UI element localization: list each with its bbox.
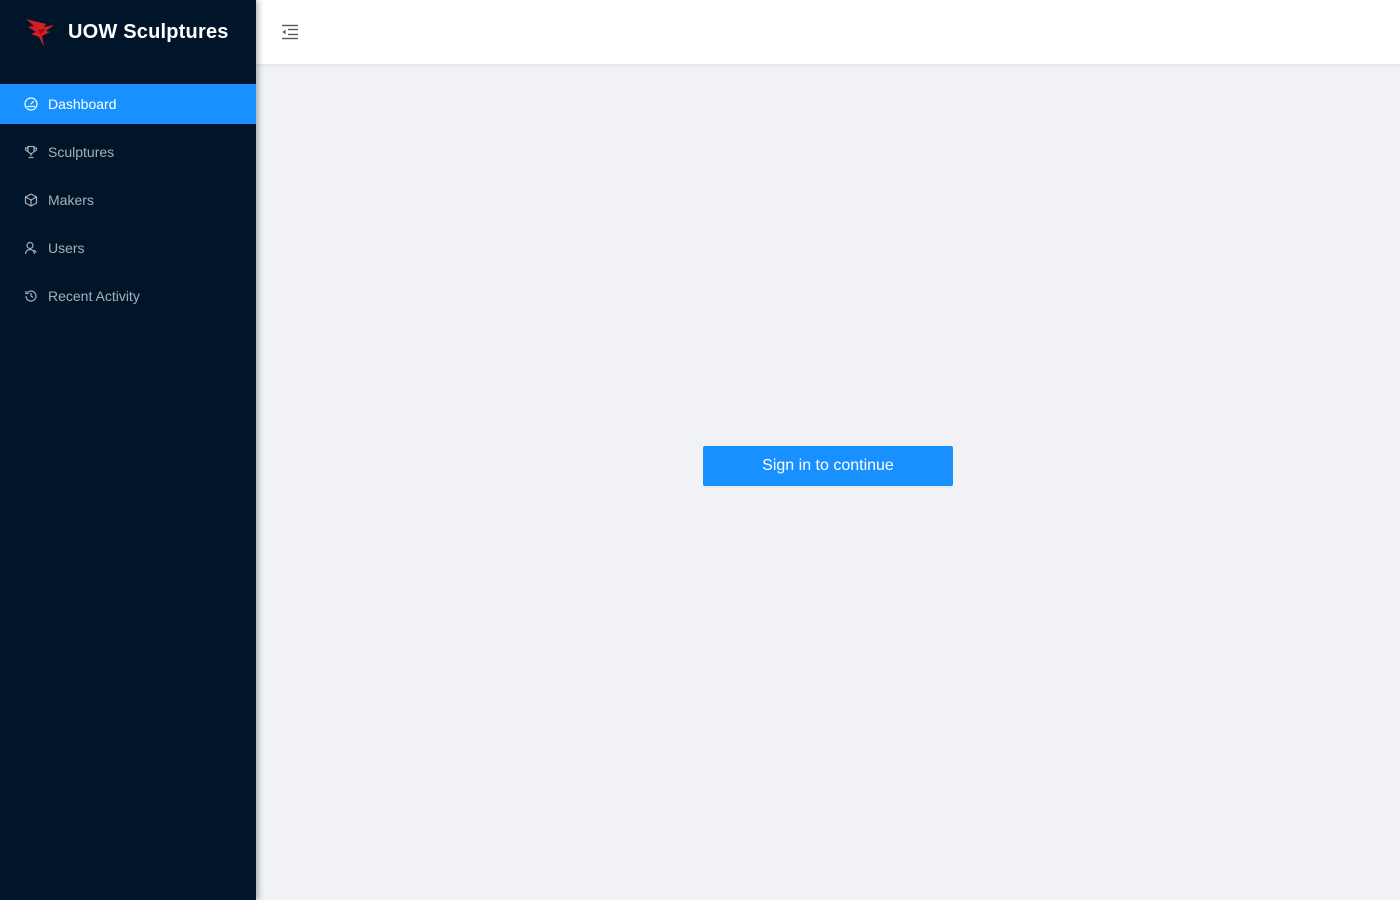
history-icon (24, 289, 38, 303)
app-layout: UOW Sculptures Dashboard Sculptures Make… (0, 0, 1400, 900)
sidebar-item-users[interactable]: Users (0, 228, 256, 268)
sidebar-item-label: Sculptures (48, 144, 115, 160)
sidebar-item-dashboard[interactable]: Dashboard (0, 84, 256, 124)
top-header (256, 0, 1400, 64)
sidebar-item-label: Makers (48, 192, 94, 208)
code-sandbox-icon (24, 193, 38, 207)
sidebar-item-makers[interactable]: Makers (0, 180, 256, 220)
sidebar: UOW Sculptures Dashboard Sculptures Make… (0, 0, 256, 900)
sidebar-item-label: Dashboard (48, 96, 117, 112)
sign-in-button[interactable]: Sign in to continue (703, 446, 953, 486)
app-title: UOW Sculptures (68, 20, 229, 43)
menu-fold-icon[interactable] (280, 22, 300, 42)
sidebar-item-label: Recent Activity (48, 288, 140, 304)
main-area: Sign in to continue (256, 0, 1400, 900)
logo[interactable]: UOW Sculptures (0, 0, 256, 64)
user-icon (24, 241, 38, 255)
trophy-icon (24, 145, 38, 159)
sidebar-menu: Dashboard Sculptures Makers Users Recent… (0, 84, 256, 316)
sidebar-item-label: Users (48, 240, 85, 256)
sidebar-item-sculptures[interactable]: Sculptures (0, 132, 256, 172)
sidebar-item-recent-activity[interactable]: Recent Activity (0, 276, 256, 316)
uow-bird-logo-icon (24, 15, 58, 49)
dashboard-icon (24, 97, 38, 111)
content-area: Sign in to continue (256, 64, 1400, 900)
